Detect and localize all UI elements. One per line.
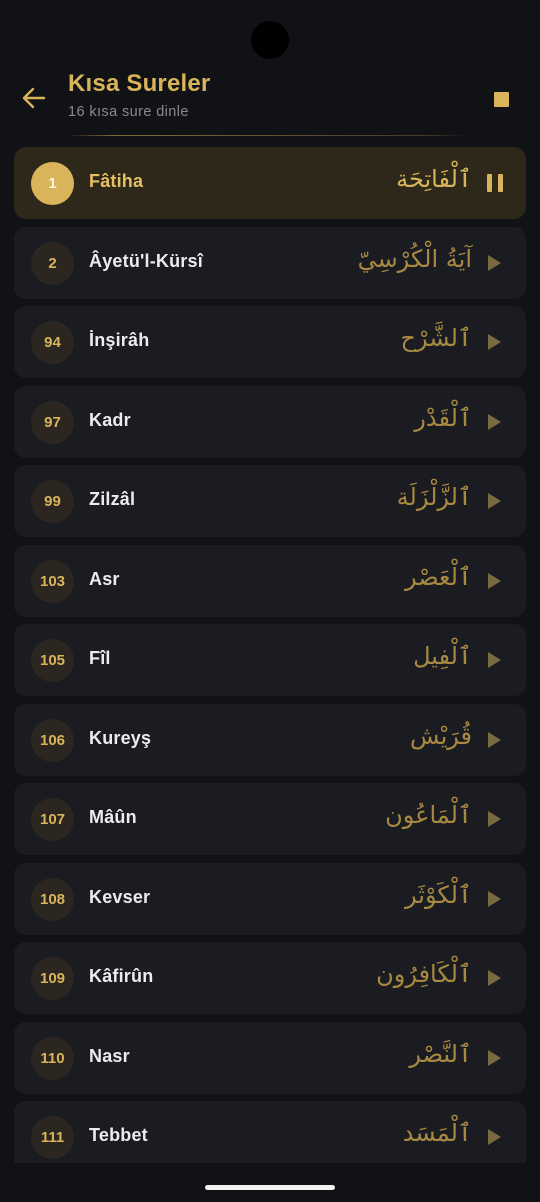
play-icon[interactable] <box>488 1128 504 1146</box>
surah-row[interactable]: 94 İnşirâh ٱلشَّرْح <box>14 306 526 378</box>
play-icon[interactable] <box>488 1049 504 1067</box>
surah-arabic-name: آيَةُ الْكُرْسِيّ <box>357 244 472 273</box>
play-icon[interactable] <box>488 969 504 987</box>
surah-name: Tebbet <box>89 1125 148 1145</box>
play-icon[interactable] <box>488 492 504 510</box>
app-header: Kısa Sureler 16 kısa sure dinle <box>0 60 540 137</box>
surah-row[interactable]: 1 Fâtiha ٱلْفَاتِحَة <box>14 147 526 219</box>
surah-arabic-name: ٱلْكَافِرُون <box>376 960 472 988</box>
play-icon[interactable] <box>488 651 504 669</box>
play-triangle <box>488 493 501 509</box>
stop-button[interactable] <box>486 84 516 114</box>
play-icon[interactable] <box>488 890 504 908</box>
surah-arabic-name: ٱلنَّصْر <box>409 1039 472 1068</box>
surah-arabic-name: قُرَيْش <box>410 721 472 750</box>
bottom-bar <box>0 1163 540 1202</box>
surah-arabic-name: ٱلْمَسَد <box>402 1119 472 1147</box>
surah-row[interactable]: 97 Kadr ٱلْقَدْر <box>14 385 526 458</box>
pause-icon[interactable] <box>487 174 503 192</box>
page-subtitle: 16 kısa sure dinle <box>68 104 189 120</box>
play-triangle <box>488 890 501 907</box>
surah-row[interactable]: 105 Fîl ٱلْفِيل <box>14 624 526 696</box>
play-triangle <box>488 1049 501 1066</box>
surah-arabic-name: ٱلزَّلْزَلَة <box>396 483 472 511</box>
surah-row[interactable]: 103 Asr ٱلْعَصْر <box>14 544 526 617</box>
surah-number-badge: 108 <box>31 877 74 921</box>
play-icon[interactable] <box>488 572 504 590</box>
surah-number-badge: 105 <box>31 639 74 682</box>
surah-name: Mâûn <box>89 807 137 827</box>
surah-number-badge: 1 <box>31 162 74 205</box>
surah-name: Kureyş <box>89 727 152 748</box>
surah-name: Fâtiha <box>89 171 144 191</box>
surah-row[interactable]: 2 Âyetü'l-Kürsî آيَةُ الْكُرْسِيّ <box>14 226 526 299</box>
surah-number-badge: 111 <box>31 1116 74 1159</box>
surah-row[interactable]: 109 Kâfirûn ٱلْكَافِرُون <box>14 942 526 1014</box>
play-triangle <box>488 254 501 271</box>
play-icon[interactable] <box>488 333 504 351</box>
play-triangle <box>488 572 501 589</box>
surah-number-badge: 97 <box>31 400 74 444</box>
surah-row[interactable]: 110 Nasr ٱلنَّصْر <box>14 1021 526 1094</box>
surah-number-badge: 103 <box>31 559 74 603</box>
surah-number-badge: 94 <box>31 321 74 364</box>
play-triangle <box>488 652 501 668</box>
surah-number-badge: 106 <box>31 718 74 762</box>
surah-number-badge: 2 <box>31 241 74 285</box>
page-title: Kısa Sureler <box>68 70 211 97</box>
camera-cutout <box>251 21 289 59</box>
surah-row[interactable]: 106 Kureyş قُرَيْش <box>14 703 526 776</box>
surah-number-badge: 110 <box>31 1036 74 1080</box>
stop-icon <box>493 91 509 107</box>
back-button[interactable] <box>16 82 52 114</box>
surah-number-badge: 99 <box>31 480 74 523</box>
surah-arabic-name: ٱلْفِيل <box>413 642 472 670</box>
play-triangle <box>488 731 501 748</box>
surah-number-badge: 107 <box>31 798 74 841</box>
surah-name: Nasr <box>89 1045 130 1066</box>
play-triangle <box>488 334 501 350</box>
play-triangle <box>488 970 501 986</box>
surah-arabic-name: ٱلْمَاعُون <box>385 801 472 829</box>
surah-name: Fîl <box>89 648 111 668</box>
arrow-left-icon <box>22 87 46 109</box>
surah-arabic-name: ٱلْقَدْر <box>414 403 472 432</box>
surah-number-badge: 109 <box>31 957 74 1000</box>
play-icon[interactable] <box>488 254 504 272</box>
home-indicator[interactable] <box>205 1185 335 1190</box>
surah-row[interactable]: 108 Kevser ٱلْكَوْثَر <box>14 862 526 935</box>
pause-bar <box>487 174 492 192</box>
play-triangle <box>488 1129 501 1145</box>
play-triangle <box>488 811 501 827</box>
surah-list: 1 Fâtiha ٱلْفَاتِحَة 2 Âyetü'l-Kürsî آيَةُ ال… <box>14 147 526 1181</box>
play-icon[interactable] <box>488 731 504 749</box>
surah-arabic-name: ٱلْعَصْر <box>404 562 472 591</box>
header-divider <box>66 135 466 136</box>
surah-name: Âyetü'l-Kürsî <box>89 250 203 271</box>
surah-row[interactable]: 107 Mâûn ٱلْمَاعُون <box>14 783 526 855</box>
surah-name: Kadr <box>89 409 131 430</box>
surah-name: Kevser <box>89 886 151 907</box>
surah-name: Zilzâl <box>89 489 136 509</box>
surah-row[interactable]: 99 Zilzâl ٱلزَّلْزَلَة <box>14 465 526 537</box>
surah-arabic-name: ٱلْكَوْثَر <box>405 880 472 909</box>
surah-arabic-name: ٱلْفَاتِحَة <box>396 165 472 193</box>
surah-name: Kâfirûn <box>89 966 154 986</box>
play-icon[interactable] <box>488 810 504 828</box>
screen: Kısa Sureler 16 kısa sure dinle 1 Fâtiha ٱ… <box>0 0 540 1202</box>
pause-bar <box>498 174 503 192</box>
play-triangle <box>488 413 501 430</box>
play-icon[interactable] <box>488 413 504 431</box>
surah-arabic-name: ٱلشَّرْح <box>400 324 472 352</box>
surah-name: Asr <box>89 568 120 589</box>
surah-name: İnşirâh <box>89 330 150 350</box>
